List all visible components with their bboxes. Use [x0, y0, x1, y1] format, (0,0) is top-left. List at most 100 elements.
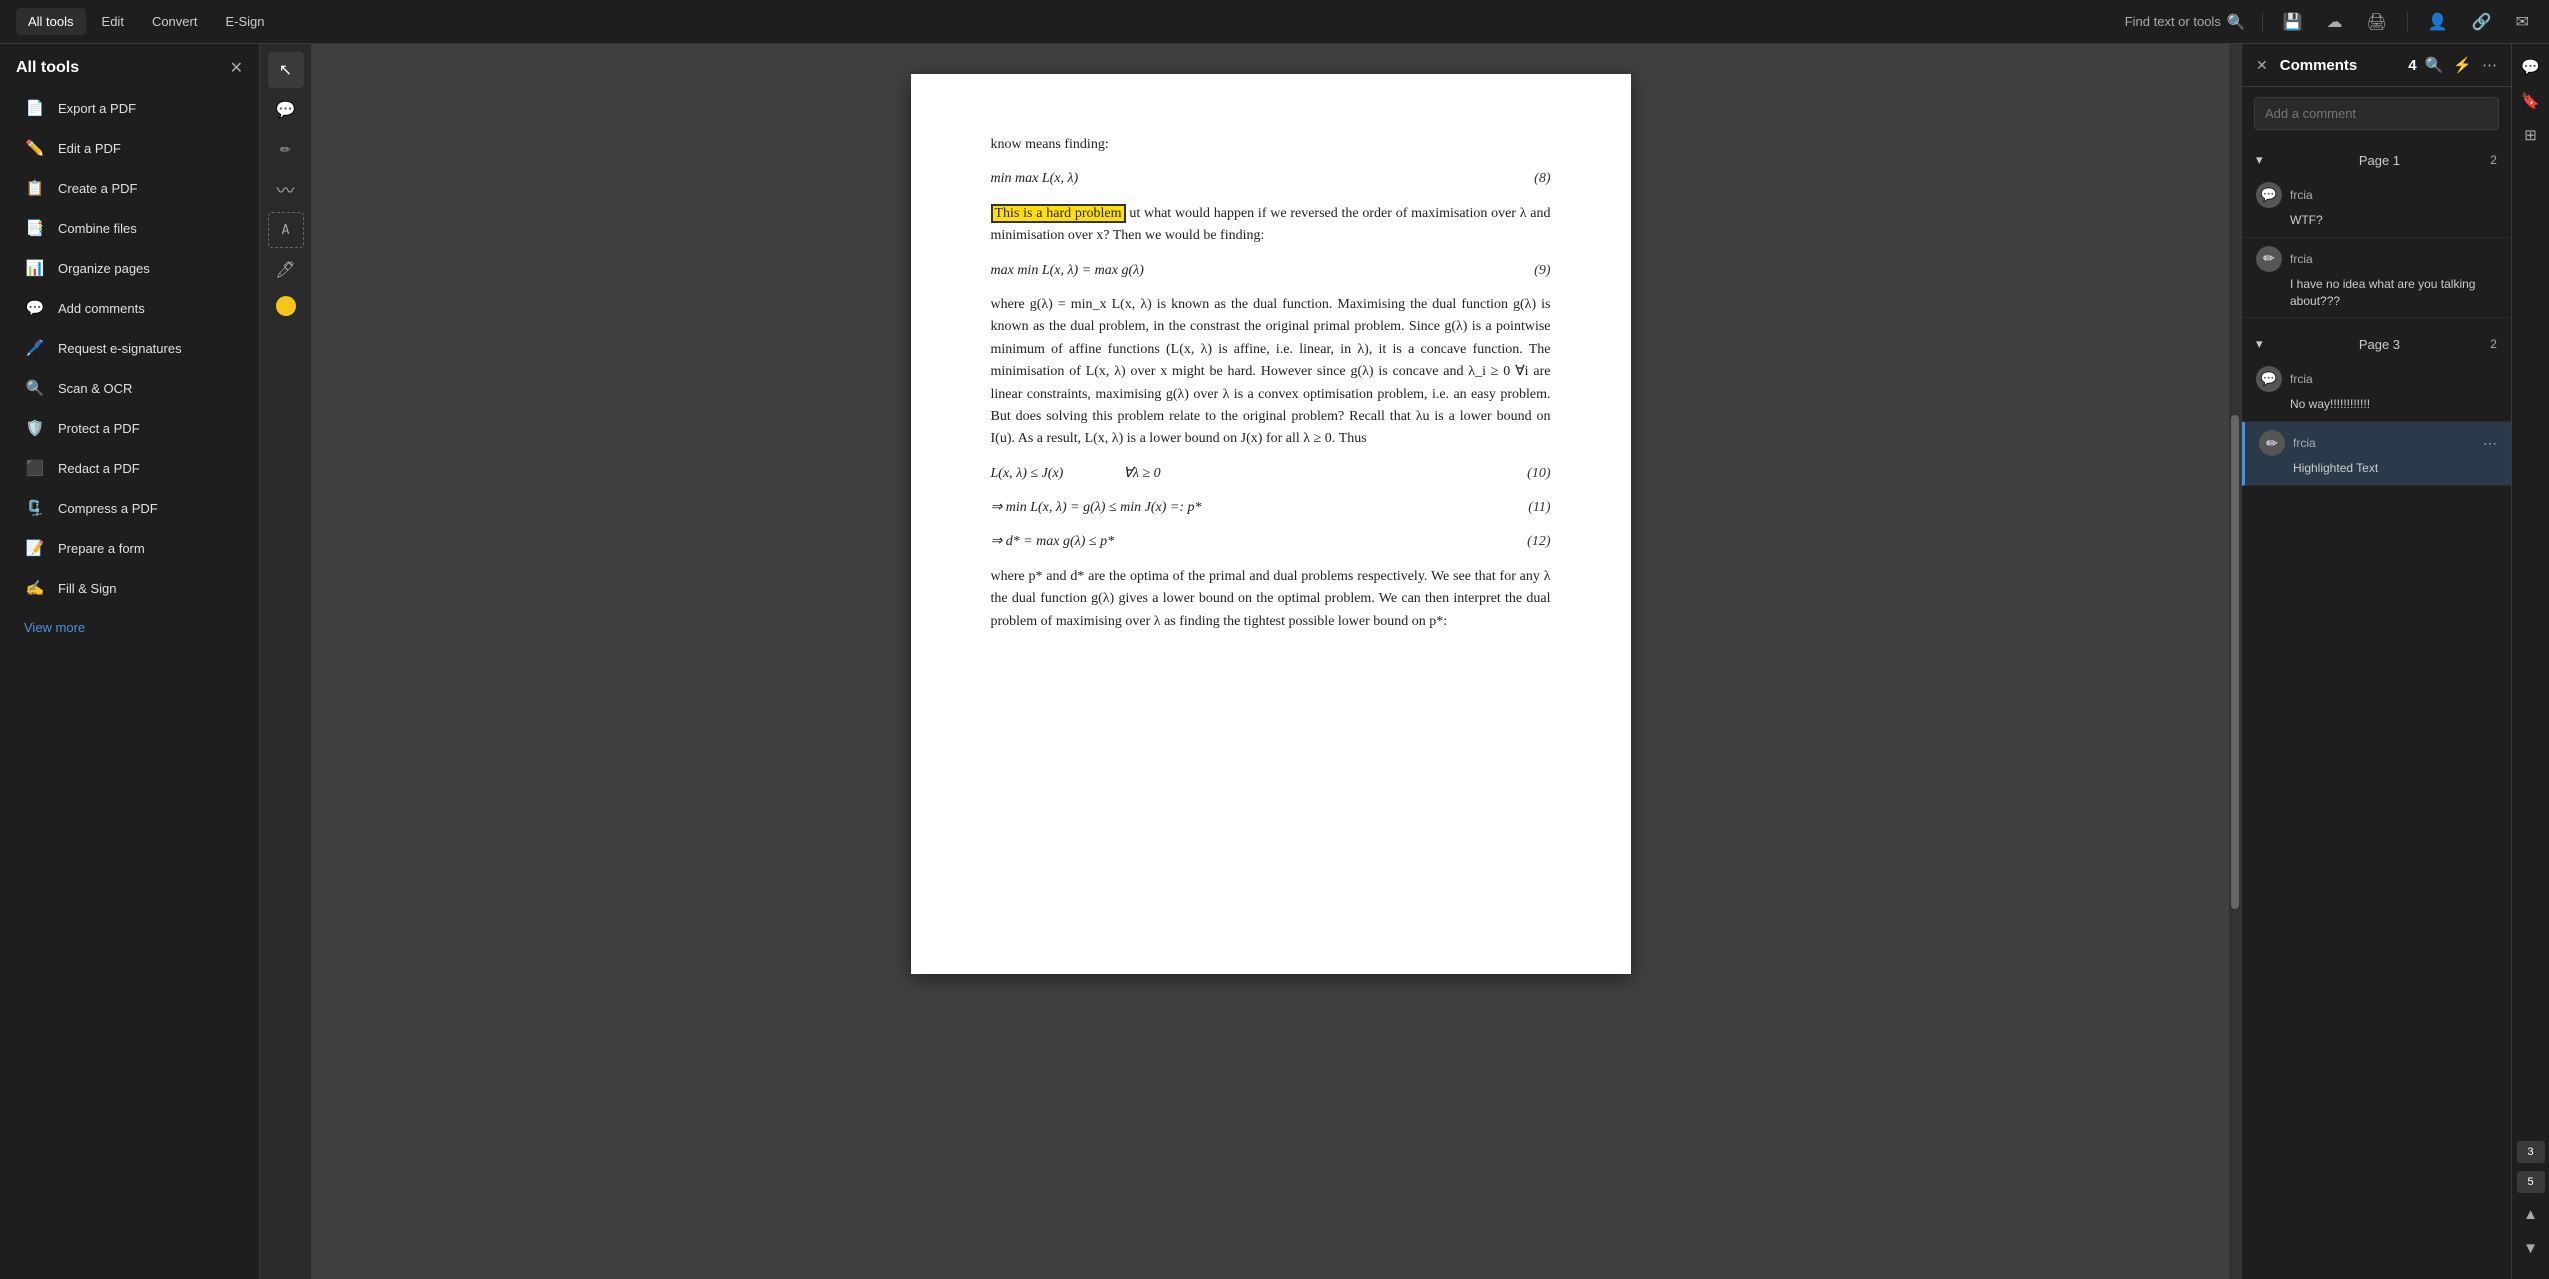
create-pdf-icon: 📋: [24, 177, 46, 199]
comment-panel-button[interactable]: 💬: [2516, 52, 2546, 82]
pen-tool-button[interactable]: ✏: [268, 132, 304, 168]
scrollbar[interactable]: [2229, 44, 2241, 1279]
account-icon[interactable]: 👤: [2424, 8, 2452, 36]
tab-esign[interactable]: E-Sign: [213, 8, 276, 35]
equation-12: ⇒ d* = max g(λ) ≤ p* (12): [991, 531, 1551, 553]
scan-ocr-label: Scan & OCR: [58, 381, 132, 396]
separator-1: [2262, 12, 2263, 32]
page-3-chevron-icon: ▾: [2256, 336, 2263, 352]
paragraph-conclusion: where p* and d* are the optima of the pr…: [991, 566, 1551, 633]
scroll-up-button[interactable]: ▲: [2516, 1199, 2546, 1229]
comment-p1-1-text: WTF?: [2290, 212, 2497, 229]
page-number-5: 5: [2517, 1171, 2545, 1193]
highlighter-button[interactable]: 🖊: [268, 252, 304, 288]
organize-pages-icon: 📊: [24, 257, 46, 279]
squiggle-tool-button[interactable]: 〰: [268, 172, 304, 208]
eq11-content: ⇒ min L(x, λ) = g(λ) ≤ min J(x) =: p*: [991, 497, 1202, 519]
comment-p1-1-avatar: 💬: [2256, 182, 2282, 208]
link-icon[interactable]: 🔗: [2468, 8, 2496, 36]
eq10-content: L(x, λ) ≤ J(x): [991, 463, 1064, 485]
toolbar-right: Find text or tools 🔍 💾 ☁ 🖨 👤 🔗 ✉: [2125, 8, 2533, 36]
comments-filter-icon[interactable]: ⚡: [2453, 56, 2472, 74]
fill-sign-icon: ✍️: [24, 577, 46, 599]
search-icon[interactable]: 🔍: [2227, 13, 2246, 31]
page-3-count: 2: [2490, 337, 2497, 351]
tool-redact-pdf[interactable]: ⬛ Redact a PDF: [8, 449, 251, 487]
add-comment-box[interactable]: [2254, 97, 2499, 130]
top-toolbar: All tools Edit Convert E-Sign Find text …: [0, 0, 2549, 44]
equation-9: max min L(x, λ) = max g(λ) (9): [991, 260, 1551, 282]
comment-p3-2-text: Highlighted Text: [2293, 460, 2497, 477]
tab-all-tools[interactable]: All tools: [16, 8, 86, 35]
comments-title: Comments: [2280, 57, 2401, 74]
tool-add-comments[interactable]: 💬 Add comments: [8, 289, 251, 327]
tab-edit[interactable]: Edit: [90, 8, 136, 35]
email-icon[interactable]: ✉: [2512, 8, 2533, 36]
page-1-chevron-icon: ▾: [2256, 152, 2263, 168]
scan-ocr-icon: 🔍: [24, 377, 46, 399]
comment-p1-1-header: 💬 frcia: [2256, 182, 2497, 208]
pdf-area: know means finding: min max L(x, λ) (8) …: [312, 44, 2229, 1279]
scroll-down-button[interactable]: ▼: [2516, 1233, 2546, 1263]
tool-combine-files[interactable]: 📑 Combine files: [8, 209, 251, 247]
cursor-tool-button[interactable]: ↖: [268, 52, 304, 88]
page-group-1: ▾ Page 1 2 💬 frcia WTF? ✏ frcia I have n…: [2242, 146, 2511, 318]
eq10-right: ∀λ ≥ 0: [1123, 463, 1160, 485]
comments-more-icon[interactable]: ⋯: [2482, 56, 2497, 74]
save-icon[interactable]: 💾: [2279, 8, 2307, 36]
add-comment-input[interactable]: [2255, 98, 2498, 129]
comment-p3-1-author: frcia: [2290, 372, 2313, 386]
panels-button[interactable]: ⊞: [2516, 120, 2546, 150]
tool-export-pdf[interactable]: 📄 Export a PDF: [8, 89, 251, 127]
tool-compress-pdf[interactable]: 🗜️ Compress a PDF: [8, 489, 251, 527]
comments-close-button[interactable]: ✕: [2256, 57, 2268, 74]
add-comments-icon: 💬: [24, 297, 46, 319]
comment-p3-2-author: frcia: [2293, 436, 2316, 450]
paragraph-dual: where g(λ) = min_x L(x, λ) is known as t…: [991, 294, 1551, 451]
tool-prepare-form[interactable]: 📝 Prepare a form: [8, 529, 251, 567]
tool-create-pdf[interactable]: 📋 Create a PDF: [8, 169, 251, 207]
print-icon[interactable]: 🖨: [2362, 8, 2390, 36]
search-bar[interactable]: Find text or tools 🔍: [2125, 13, 2246, 31]
color-picker-dot[interactable]: [276, 296, 296, 316]
scroll-thumb[interactable]: [2231, 415, 2239, 909]
eq12-content: ⇒ d* = max g(λ) ≤ p*: [991, 531, 1115, 553]
tab-convert[interactable]: Convert: [140, 8, 210, 35]
comment-p3-1-header: 💬 frcia: [2256, 366, 2497, 392]
comment-p3-1-avatar: 💬: [2256, 366, 2282, 392]
tool-protect-pdf[interactable]: 🛡️ Protect a PDF: [8, 409, 251, 447]
far-right-bottom: 3 5 ▲ ▼: [2516, 1139, 2546, 1271]
page-group-3: ▾ Page 3 2 💬 frcia No way!!!!!!!!!!!! ✏ …: [2242, 330, 2511, 486]
view-more-button[interactable]: View more: [8, 612, 251, 643]
compress-pdf-icon: 🗜️: [24, 497, 46, 519]
sidebar-close-button[interactable]: ✕: [230, 58, 243, 78]
bookmark-button[interactable]: 🔖: [2516, 86, 2546, 116]
tool-organize-pages[interactable]: 📊 Organize pages: [8, 249, 251, 287]
page-1-label: Page 1: [2359, 153, 2400, 168]
comment-item-p1-2: ✏ frcia I have no idea what are you talk…: [2242, 238, 2511, 319]
request-esign-icon: 🖊️: [24, 337, 46, 359]
protect-pdf-icon: 🛡️: [24, 417, 46, 439]
tool-fill-sign[interactable]: ✍️ Fill & Sign: [8, 569, 251, 607]
comments-search-icon[interactable]: 🔍: [2425, 56, 2444, 74]
text-select-button[interactable]: A: [268, 212, 304, 248]
redact-pdf-label: Redact a PDF: [58, 461, 140, 476]
add-comments-label: Add comments: [58, 301, 145, 316]
create-pdf-label: Create a PDF: [58, 181, 137, 196]
protect-pdf-label: Protect a PDF: [58, 421, 140, 436]
left-sidebar: All tools ✕ 📄 Export a PDF ✏️ Edit a PDF…: [0, 44, 260, 1279]
upload-icon[interactable]: ☁: [2322, 8, 2346, 36]
comment-bubble-button[interactable]: 💬: [268, 92, 304, 128]
top-nav-tabs: All tools Edit Convert E-Sign: [16, 8, 277, 35]
tool-edit-pdf[interactable]: ✏️ Edit a PDF: [8, 129, 251, 167]
comment-p1-2-author: frcia: [2290, 252, 2313, 266]
comment-p3-2-more-button[interactable]: ⋯: [2483, 435, 2497, 452]
tool-request-esign[interactable]: 🖊️ Request e-signatures: [8, 329, 251, 367]
combine-files-icon: 📑: [24, 217, 46, 239]
pdf-viewer-container: know means finding: min max L(x, λ) (8) …: [312, 44, 2241, 1279]
comments-count-badge: 4: [2408, 57, 2416, 74]
tool-scan-ocr[interactable]: 🔍 Scan & OCR: [8, 369, 251, 407]
eq9-num: (9): [1534, 260, 1550, 282]
page-3-group-header[interactable]: ▾ Page 3 2: [2242, 330, 2511, 358]
page-1-group-header[interactable]: ▾ Page 1 2: [2242, 146, 2511, 174]
